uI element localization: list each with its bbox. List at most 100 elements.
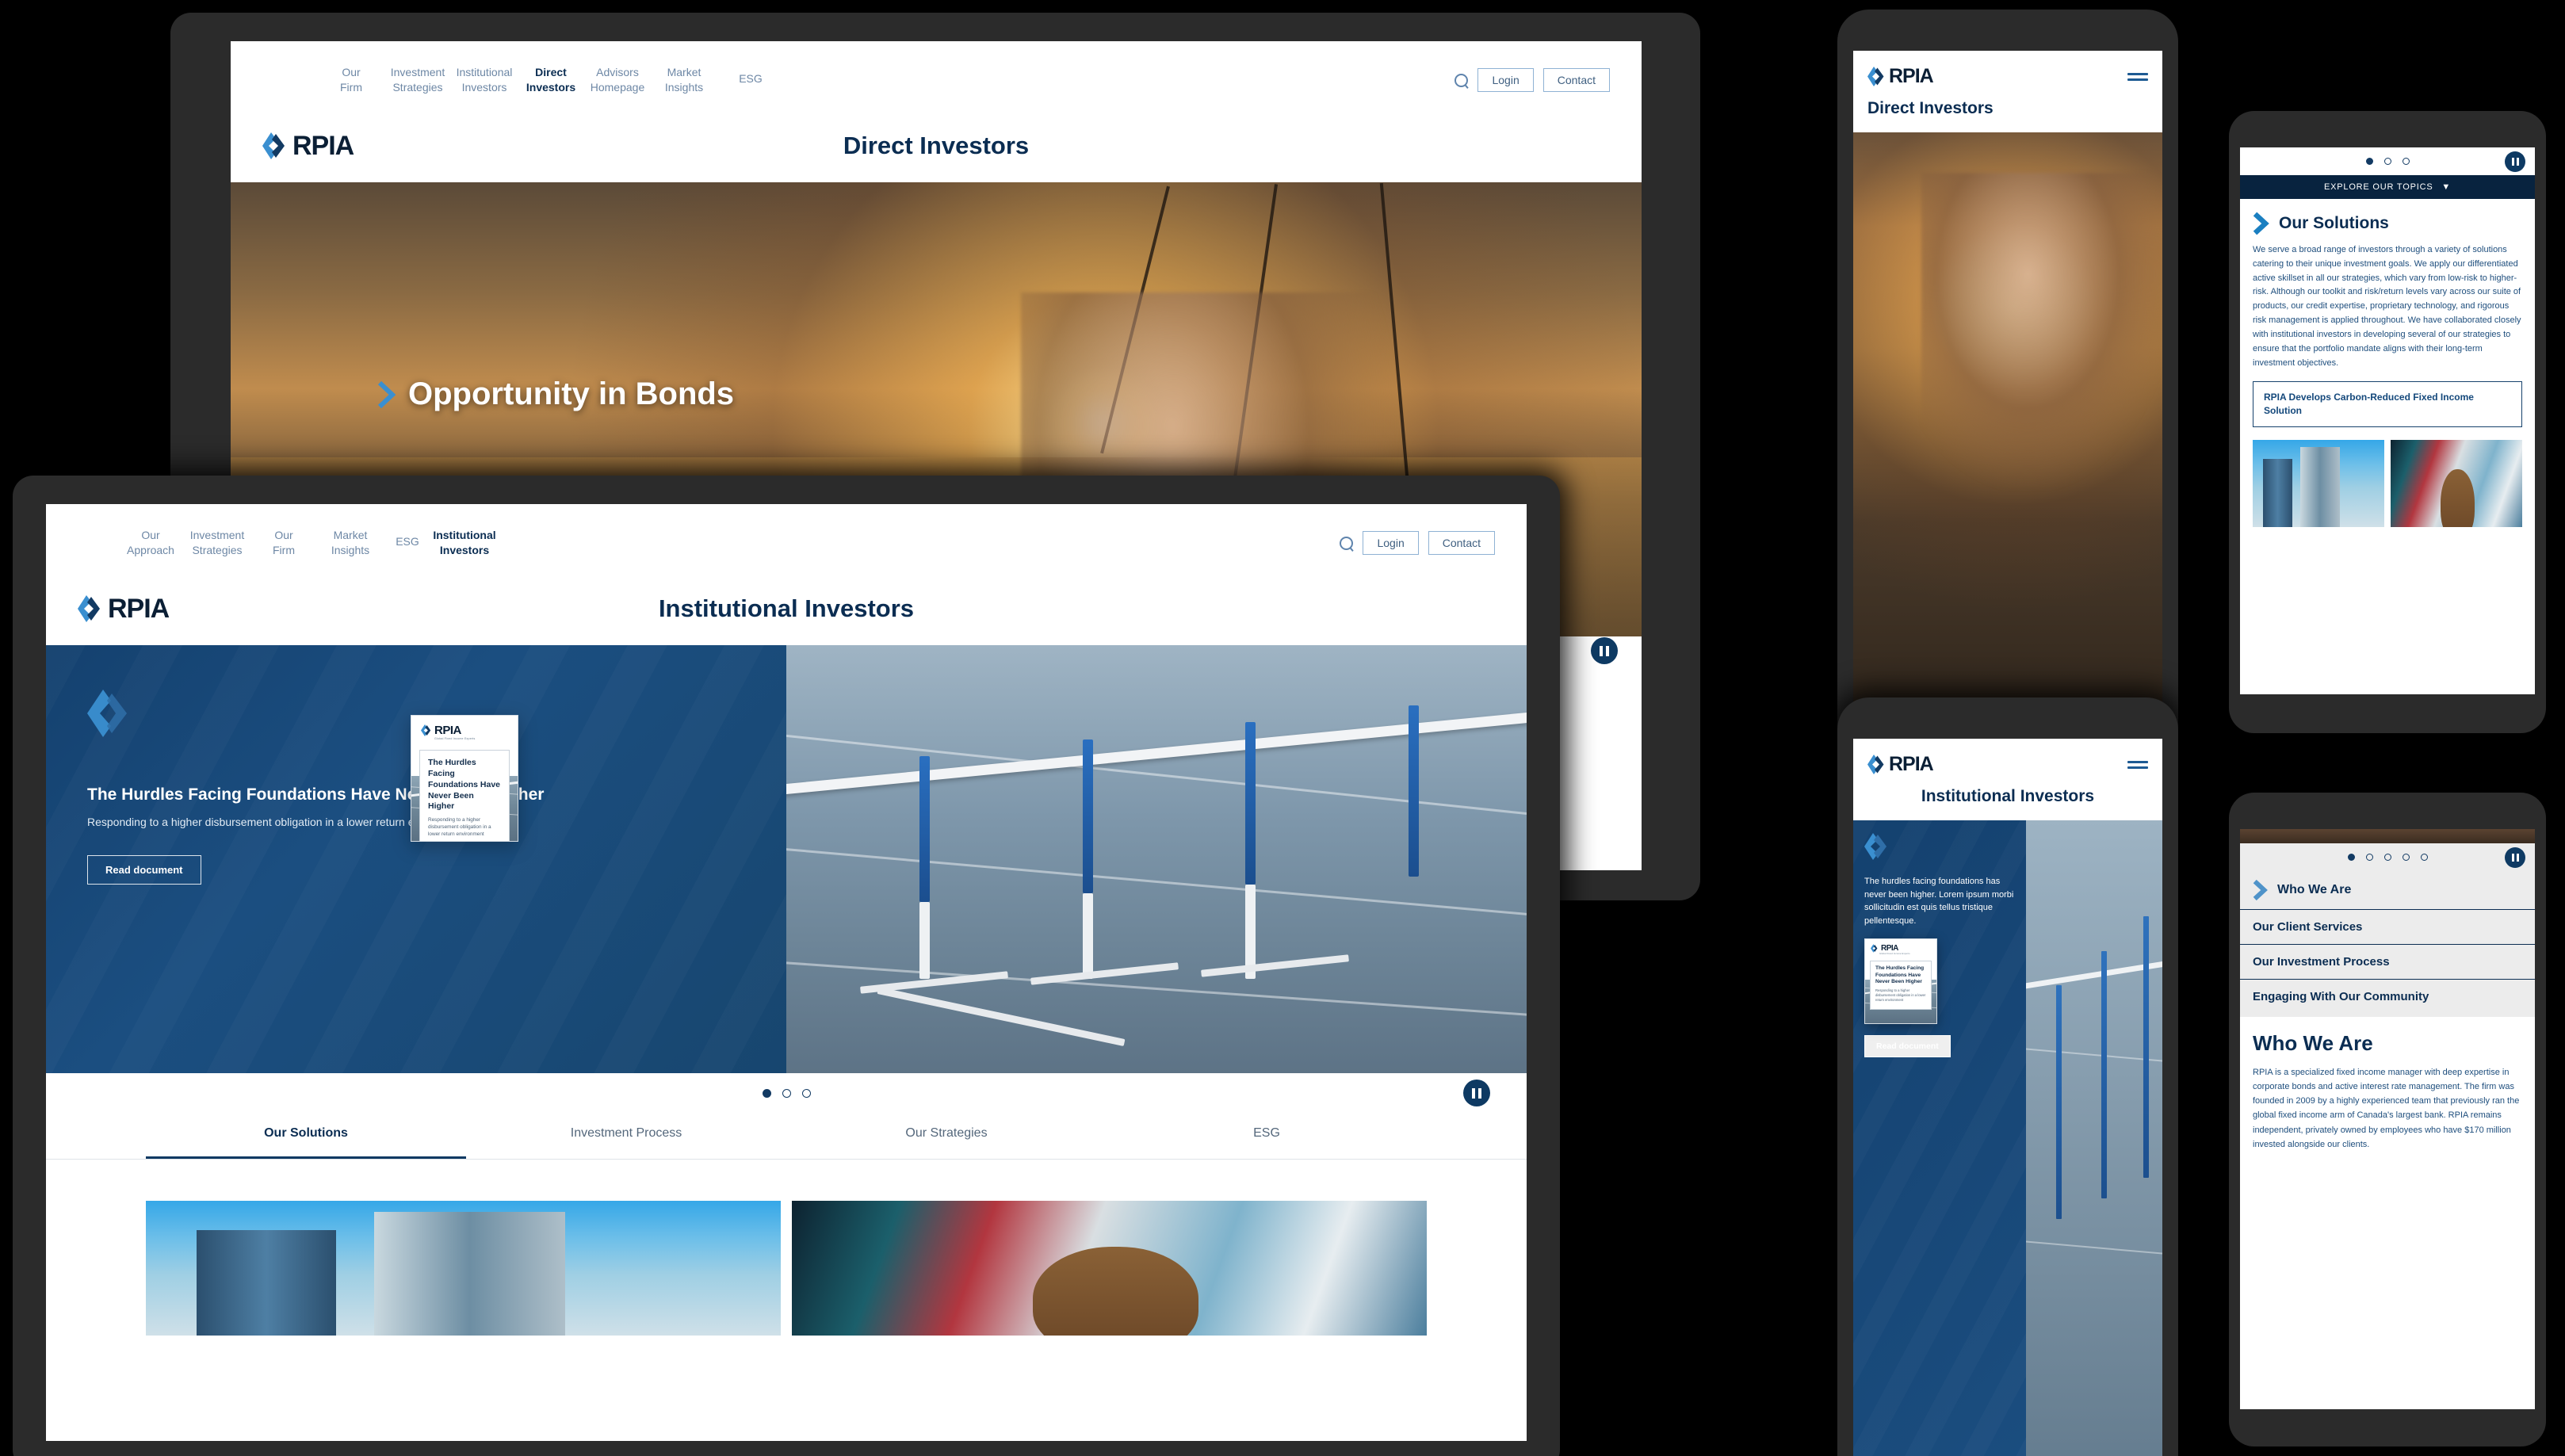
doc-rpia-wordmark: RPIA xyxy=(1881,944,1898,953)
carousel-dot-3[interactable] xyxy=(2383,854,2391,861)
hurdle-post xyxy=(1408,705,1419,877)
nav-item-investment-strategies[interactable]: Investment Strategies xyxy=(184,518,250,558)
section-heading-solutions: Our Solutions xyxy=(2240,199,2535,243)
search-icon[interactable] xyxy=(1340,536,1354,550)
hurdle-post xyxy=(2143,916,2149,1178)
pause-icon xyxy=(1472,1087,1475,1099)
carousel-dot-1[interactable] xyxy=(2347,854,2355,861)
hurdle-base xyxy=(1030,962,1179,986)
nav-item-investment-strategies[interactable]: Investment Strategies xyxy=(384,55,451,95)
read-document-button[interactable]: Read document xyxy=(87,855,201,885)
hurdle-post xyxy=(2101,950,2107,1198)
nav-item-esg[interactable]: ESG xyxy=(717,55,784,95)
phone-cta-wrap: Read document xyxy=(1864,1035,2015,1057)
hurdle-post xyxy=(1082,893,1093,980)
accordion-item-our-investment-process[interactable]: Our Investment Process xyxy=(2240,944,2535,979)
rpia-chevron-mark-icon xyxy=(87,690,127,737)
nav-item-our-firm[interactable]: Our Firm xyxy=(318,55,384,95)
contact-button[interactable]: Contact xyxy=(1428,531,1495,555)
header-actions-institutional: Login Contact xyxy=(1340,518,1495,555)
search-icon[interactable] xyxy=(1455,73,1469,87)
login-button[interactable]: Login xyxy=(1363,531,1419,555)
document-preview-card[interactable]: RPIA Global Fixed Income Experts The Hur… xyxy=(411,715,518,842)
rpia-logo[interactable]: RPIA xyxy=(1867,65,1934,88)
nav-item-esg[interactable]: ESG xyxy=(384,518,431,558)
chevron-down-icon: ▼ xyxy=(2441,182,2452,192)
document-preview-card[interactable]: RPIA Global Fixed Income Experts The Hur… xyxy=(1864,938,1937,1024)
chevron-right-icon xyxy=(378,380,396,408)
section-title: Who We Are xyxy=(2253,1031,2373,1055)
page-title: Direct Investors xyxy=(1867,99,1994,117)
hero-carousel-institutional: The Hurdles Facing Foundations Have Neve… xyxy=(46,645,1527,1073)
city-skyline-photo xyxy=(146,1201,781,1336)
tablet-our-solutions: EXPLORE OUR TOPICS ▼ Our Solutions We se… xyxy=(2229,111,2546,733)
hamburger-menu-icon[interactable] xyxy=(2127,758,2148,772)
nav-item-advisors-homepage[interactable]: Advisors Homepage xyxy=(584,55,651,95)
pause-icon xyxy=(2516,853,2519,862)
rpia-logo[interactable]: RPIA xyxy=(78,594,170,625)
rpia-wordmark: RPIA xyxy=(1889,753,1934,775)
rpia-logo[interactable]: RPIA xyxy=(262,131,354,162)
carousel-pause-button[interactable] xyxy=(1591,637,1618,664)
accordion-item-engaging-with-our-community[interactable]: Engaging With Our Community xyxy=(2240,979,2535,1014)
accordion-label: Who We Are xyxy=(2277,883,2352,896)
site-header-institutional: Our Approach Investment Strategies Our Firm… xyxy=(46,504,1527,572)
phone-hero-institutional: The hurdles facing foundations has never… xyxy=(1853,820,2162,1456)
nav-item-direct-investors[interactable]: Direct Investors xyxy=(518,55,584,95)
tab-esg[interactable]: ESG xyxy=(1107,1109,1427,1159)
section-title: Our Solutions xyxy=(2279,214,2389,232)
carousel-dot-3[interactable] xyxy=(801,1089,811,1098)
tab-our-strategies[interactable]: Our Strategies xyxy=(786,1109,1107,1159)
person-at-desk-photo xyxy=(792,1201,1427,1336)
accordion-item-our-client-services[interactable]: Our Client Services xyxy=(2240,909,2535,944)
hero-heading-direct: Opportunity in Bonds xyxy=(378,376,734,412)
carousel-dots xyxy=(46,1089,1527,1098)
rpia-diamond-icon xyxy=(1871,944,1878,953)
pool-lane-line xyxy=(2026,1239,2162,1255)
doc-card-header: RPIA Global Fixed Income Experts xyxy=(1865,939,1936,957)
page-title: Institutional Investors xyxy=(658,594,915,622)
carousel-pause-button[interactable] xyxy=(1463,1080,1490,1106)
nav-item-market-insights[interactable]: Market Insights xyxy=(651,55,717,95)
carousel-dot-2[interactable] xyxy=(2365,854,2373,861)
explore-topics-dropdown[interactable]: EXPLORE OUR TOPICS ▼ xyxy=(2240,175,2535,199)
nav-item-our-firm[interactable]: Our Firm xyxy=(250,518,317,558)
nav-item-our-approach[interactable]: Our Approach xyxy=(117,518,184,558)
nav-item-institutional-investors[interactable]: Institutional Investors xyxy=(431,518,498,558)
login-button[interactable]: Login xyxy=(1477,68,1534,92)
hurdle-post xyxy=(919,756,931,902)
pause-icon xyxy=(2511,853,2514,862)
screenshot-stage: Our Firm Investment Strategies Institution… xyxy=(0,0,2565,1456)
person-at-desk-photo xyxy=(2391,439,2522,527)
carousel-pause-button[interactable] xyxy=(2505,151,2525,172)
carousel-dot-1[interactable] xyxy=(2365,158,2373,165)
page-title: Institutional Investors xyxy=(1921,787,2095,805)
hamburger-menu-icon[interactable] xyxy=(2127,70,2148,84)
read-document-button[interactable]: Read document xyxy=(1864,1035,1951,1057)
nav-item-market-insights[interactable]: Market Insights xyxy=(317,518,384,558)
tab-investment-process[interactable]: Investment Process xyxy=(466,1109,786,1159)
hurdle-post xyxy=(2056,985,2062,1219)
tablet-whoweare-page: Who We Are Our Client Services Our Inves… xyxy=(2240,829,2535,1409)
rpia-logo[interactable]: RPIA xyxy=(1867,753,1934,776)
nav-item-institutional-investors[interactable]: Institutional Investors xyxy=(451,55,518,95)
phone-header-direct: RPIA xyxy=(1853,51,2162,88)
rpia-wordmark: RPIA xyxy=(292,130,354,161)
rpia-diamond-icon xyxy=(262,132,285,159)
section-body-text: RPIA is a specialized fixed income manag… xyxy=(2253,1068,2520,1149)
hurdle-post xyxy=(1245,722,1256,885)
carousel-dot-1[interactable] xyxy=(762,1089,771,1098)
hero-image-edge xyxy=(2240,829,2535,843)
carousel-dot-2[interactable] xyxy=(2383,158,2391,165)
carousel-dot-4[interactable] xyxy=(2402,854,2410,861)
doc-subtitle: Responding to a higher disbursement obli… xyxy=(1875,988,1926,1002)
related-article-card[interactable]: RPIA Develops Carbon-Reduced Fixed Incom… xyxy=(2253,381,2522,427)
rpia-diamond-icon xyxy=(1867,67,1884,86)
accordion-item-who-we-are[interactable]: Who We Are xyxy=(2240,871,2535,909)
contact-button[interactable]: Contact xyxy=(1542,68,1610,92)
carousel-dot-3[interactable] xyxy=(2402,158,2410,165)
carousel-dot-5[interactable] xyxy=(2420,854,2428,861)
carousel-dot-2[interactable] xyxy=(782,1089,791,1098)
tab-our-solutions[interactable]: Our Solutions xyxy=(146,1109,466,1159)
carousel-pause-button[interactable] xyxy=(2505,846,2525,868)
